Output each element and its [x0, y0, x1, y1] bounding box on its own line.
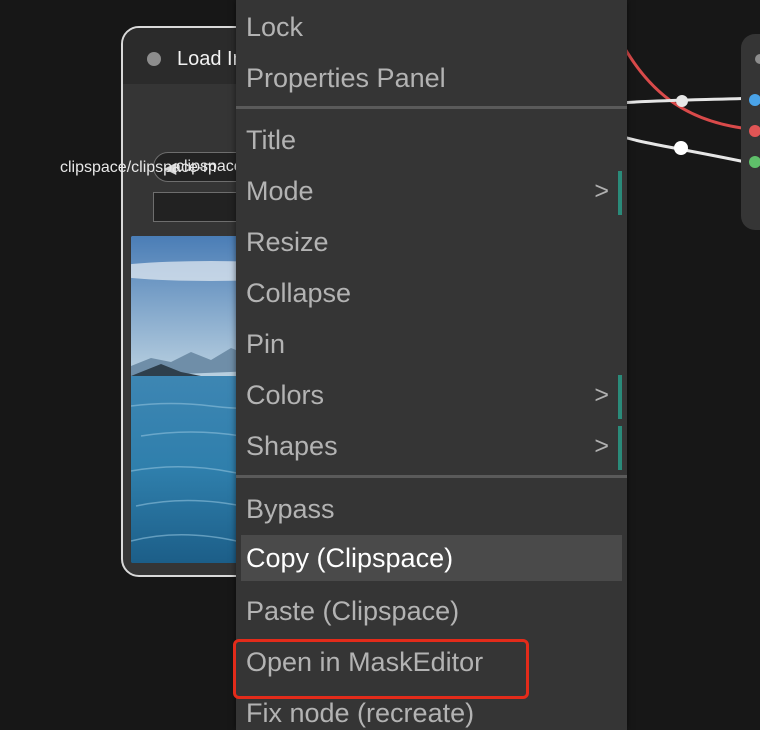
menu-item-mode[interactable]: Mode > [236, 168, 627, 215]
menu-separator [236, 475, 627, 478]
menu-item-label: Title [246, 125, 297, 155]
node-context-menu: Lock Properties Panel Title Mode > Resiz… [236, 0, 627, 730]
menu-item-label: Pin [246, 329, 286, 359]
graph-canvas[interactable]: Load Image ◀ clipspace/clipspace-mask-12… [0, 0, 760, 730]
menu-item-label: Paste (Clipspace) [246, 596, 460, 626]
menu-item-label: Collapse [246, 278, 352, 308]
submenu-indicator [618, 171, 622, 215]
downstream-node[interactable] [741, 34, 760, 230]
menu-item-colors[interactable]: Colors > [236, 372, 627, 419]
menu-separator [236, 106, 627, 109]
submenu-arrow-icon: > [594, 432, 609, 460]
menu-item-label: Lock [246, 12, 304, 42]
wire-white-upper [619, 96, 760, 105]
submenu-indicator [618, 375, 622, 419]
menu-item-lock[interactable]: Lock [236, 4, 627, 50]
menu-item-resize[interactable]: Resize [236, 219, 627, 265]
menu-item-label: Mode [246, 176, 314, 206]
menu-item-bypass[interactable]: Bypass [236, 486, 627, 532]
menu-item-label: Shapes [246, 431, 338, 461]
wire-red [618, 39, 760, 132]
menu-item-label: Properties Panel [246, 63, 446, 93]
menu-item-pin[interactable]: Pin [236, 321, 627, 367]
wire-reroute-dot-upper [676, 95, 688, 107]
menu-item-properties-panel[interactable]: Properties Panel [236, 55, 627, 101]
menu-item-label: Resize [246, 227, 329, 257]
submenu-arrow-icon: > [594, 177, 609, 205]
input-slot-red[interactable] [749, 125, 760, 137]
menu-item-label: Bypass [246, 494, 335, 524]
input-slot-blue[interactable] [749, 94, 760, 106]
menu-item-label: Fix node (recreate) [246, 698, 475, 728]
node-collapse-dot[interactable] [147, 52, 161, 66]
menu-item-paste-clipspace[interactable]: Paste (Clipspace) [236, 588, 627, 634]
menu-item-collapse[interactable]: Collapse [236, 270, 627, 316]
widget-side-label: clipspace/clipspace-m [60, 159, 217, 176]
menu-item-label: Colors [246, 380, 325, 410]
input-slot-green[interactable] [749, 156, 760, 168]
highlight-annotation-box [233, 639, 529, 699]
menu-item-label: Copy (Clipspace) [246, 543, 454, 573]
node-collapse-dot[interactable] [755, 54, 760, 64]
wire-reroute-dot-lower [674, 141, 688, 155]
submenu-indicator [618, 426, 622, 470]
menu-item-shapes[interactable]: Shapes > [236, 423, 627, 470]
menu-item-copy-clipspace[interactable]: Copy (Clipspace) [241, 535, 622, 581]
menu-item-title[interactable]: Title [236, 117, 627, 163]
wire-white-lower [619, 134, 760, 167]
submenu-arrow-icon: > [594, 381, 609, 409]
